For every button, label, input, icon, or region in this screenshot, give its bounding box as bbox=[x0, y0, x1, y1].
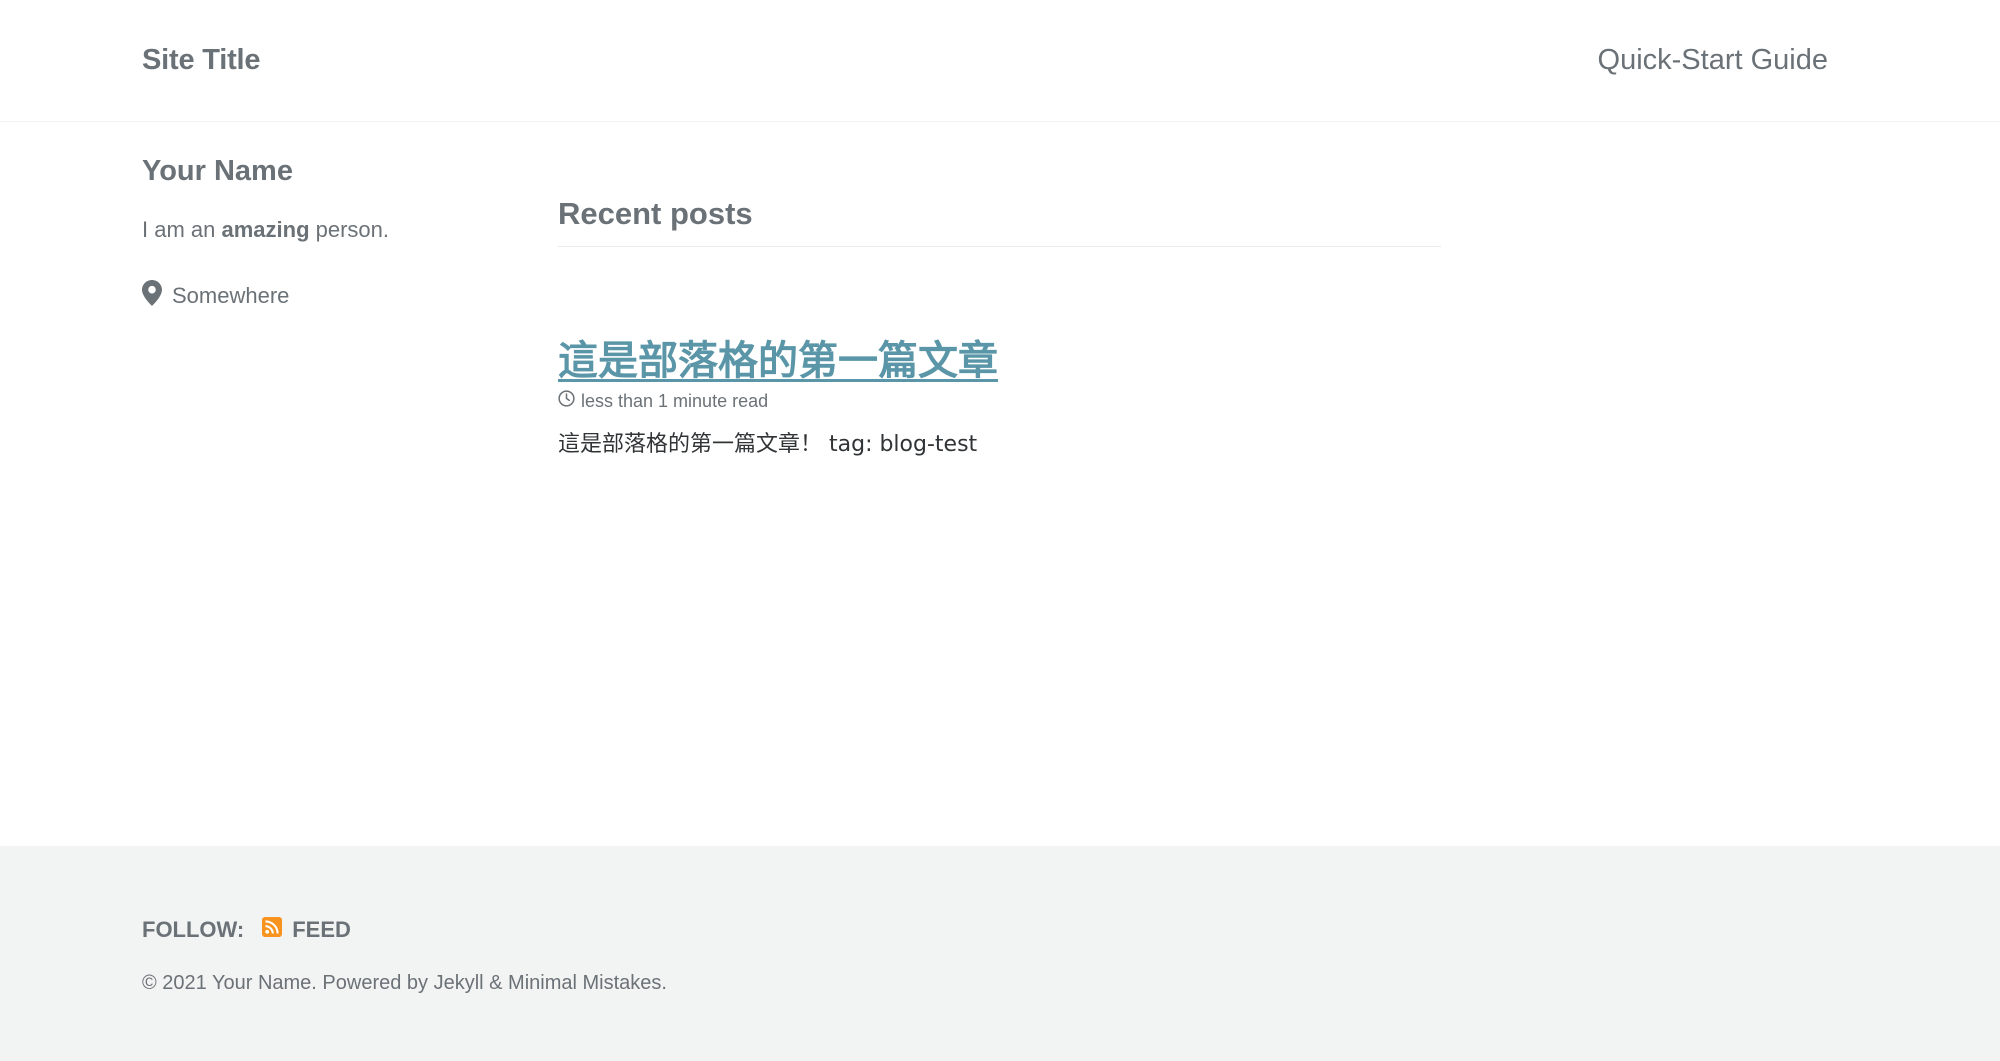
post-read-time: less than 1 minute read bbox=[581, 390, 769, 411]
author-bio-suffix: person. bbox=[309, 217, 390, 242]
feed-link[interactable]: FEED bbox=[262, 917, 351, 943]
site-title-link[interactable]: Site Title bbox=[142, 44, 261, 77]
author-location-text: Somewhere bbox=[172, 283, 290, 308]
post-title-link[interactable]: 這是部落格的第一篇文章 bbox=[558, 328, 998, 386]
post-meta: less than 1 minute read bbox=[558, 390, 768, 412]
author-location: Somewhere bbox=[142, 280, 289, 312]
author-bio-emphasis: amazing bbox=[221, 217, 310, 242]
map-marker-icon bbox=[142, 280, 162, 312]
post-excerpt: 這是部落格的第一篇文章！ tag: blog-test bbox=[558, 432, 978, 457]
footer-follow: FOLLOW: FEED bbox=[142, 917, 351, 943]
feed-label: FEED bbox=[292, 917, 351, 942]
author-bio-prefix: I am an bbox=[142, 217, 222, 242]
page-footer: FOLLOW: FEED © 2021 Your Name. Powered b… bbox=[0, 846, 2000, 1061]
author-name: Your Name bbox=[142, 155, 293, 187]
masthead: Site Title Quick-Start Guide bbox=[0, 0, 2000, 122]
section-title: Recent posts bbox=[558, 196, 1441, 247]
nav-link-quick-start-guide[interactable]: Quick-Start Guide bbox=[1598, 44, 1828, 77]
author-bio: I am an amazing person. bbox=[142, 217, 389, 243]
rss-icon bbox=[262, 917, 283, 943]
clock-icon bbox=[558, 390, 575, 412]
copyright-text: © 2021 Your Name. Powered by Jekyll & Mi… bbox=[142, 972, 667, 994]
page: Site Title Quick-Start Guide Your Name I… bbox=[0, 0, 2000, 1061]
follow-label: FOLLOW: bbox=[142, 917, 245, 942]
